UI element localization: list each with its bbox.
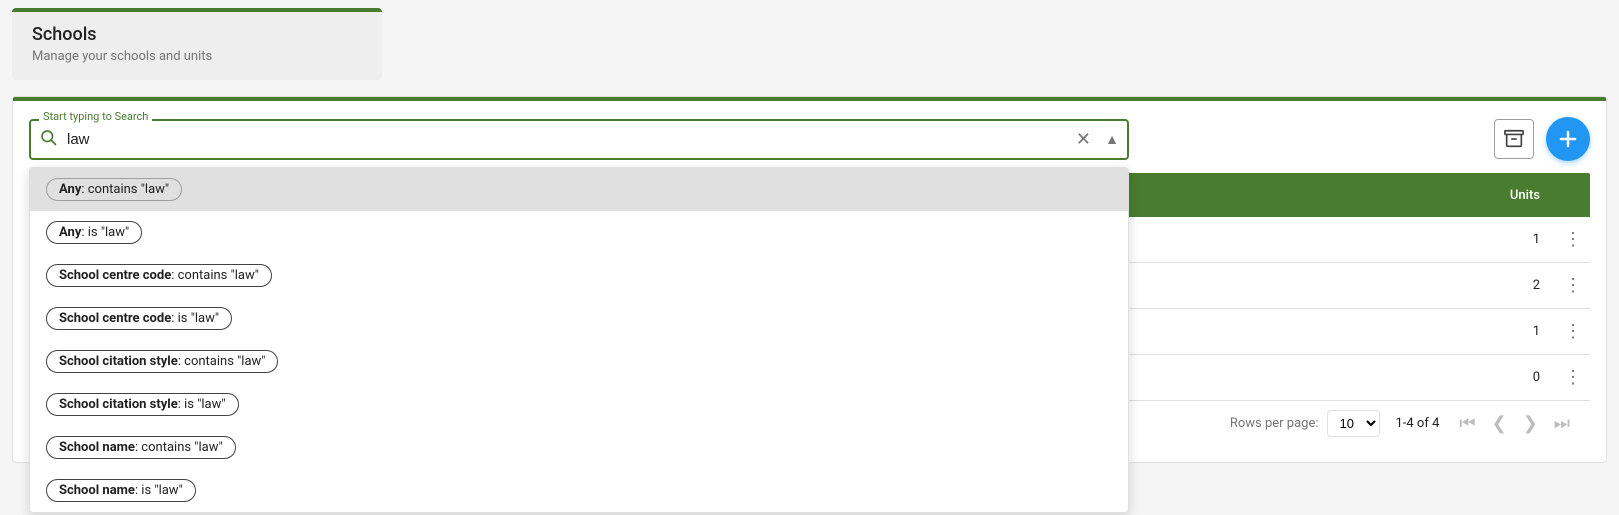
col-header-units: Units	[1494, 188, 1590, 203]
page-subtitle: Manage your schools and units	[32, 49, 362, 64]
dropdown-item-any-contains[interactable]: Any: contains "law"	[30, 168, 1128, 211]
dropdown-item-any-is[interactable]: Any: is "law"	[30, 211, 1128, 254]
dropdown-chip: School name: contains "law"	[46, 436, 236, 459]
dropdown-item-name-is[interactable]: School name: is "law"	[30, 469, 1128, 512]
dropdown-chip: School citation style: contains "law"	[46, 350, 278, 373]
green-border	[13, 97, 1606, 101]
per-page-select[interactable]: 10 25 50	[1327, 410, 1380, 437]
dropdown-chip: School centre code: is "law"	[46, 307, 232, 330]
search-icon	[39, 128, 57, 150]
main-content: Start typing to Search ✕ ▲	[12, 96, 1607, 463]
dropdown-chip: School name: is "law"	[46, 479, 196, 502]
page-info: 1-4 of 4	[1396, 416, 1440, 431]
toolbar-right	[1494, 117, 1590, 161]
dropdown-item-citation-contains[interactable]: School citation style: contains "law"	[30, 340, 1128, 383]
search-label: Start typing to Search	[39, 110, 152, 123]
dropdown-chip: Any: is "law"	[46, 221, 142, 244]
row-menu-button[interactable]: ⋮	[1556, 229, 1590, 250]
cell-units: 0	[1496, 370, 1556, 385]
search-dropdown: Any: contains "law" Any: is "law" School…	[29, 167, 1129, 513]
search-clear-button[interactable]: ✕	[1076, 130, 1091, 148]
dropdown-item-citation-is[interactable]: School citation style: is "law"	[30, 383, 1128, 426]
header-card: Schools Manage your schools and units	[12, 8, 382, 80]
dropdown-item-code-contains[interactable]: School centre code: contains "law"	[30, 254, 1128, 297]
dropdown-chip: School centre code: contains "law"	[46, 264, 272, 287]
row-menu-button[interactable]: ⋮	[1556, 321, 1590, 342]
page-wrapper: Schools Manage your schools and units St…	[0, 8, 1619, 515]
first-page-button[interactable]: ⏮	[1455, 409, 1479, 438]
dropdown-chip: Any: contains "law"	[46, 178, 182, 201]
search-row: Start typing to Search ✕ ▲	[29, 117, 1590, 161]
row-menu-button[interactable]: ⋮	[1556, 275, 1590, 296]
cell-units: 1	[1496, 324, 1556, 339]
per-page-label: Rows per page:	[1230, 416, 1319, 431]
prev-page-button[interactable]: ❮	[1488, 409, 1511, 438]
search-chevron-button[interactable]: ▲	[1105, 132, 1119, 146]
dropdown-chip: School citation style: is "law"	[46, 393, 239, 416]
dropdown-item-code-is[interactable]: School centre code: is "law"	[30, 297, 1128, 340]
add-button[interactable]	[1546, 117, 1590, 161]
cell-units: 2	[1496, 278, 1556, 293]
row-menu-button[interactable]: ⋮	[1556, 367, 1590, 388]
page-title: Schools	[32, 24, 362, 45]
archive-button[interactable]	[1494, 119, 1534, 159]
search-field-wrapper: Start typing to Search ✕ ▲	[29, 119, 1129, 160]
search-input[interactable]	[29, 119, 1129, 160]
dropdown-item-name-contains[interactable]: School name: contains "law"	[30, 426, 1128, 469]
next-page-button[interactable]: ❯	[1519, 409, 1542, 438]
last-page-button[interactable]: ⏭	[1550, 409, 1574, 438]
cell-units: 1	[1496, 232, 1556, 247]
